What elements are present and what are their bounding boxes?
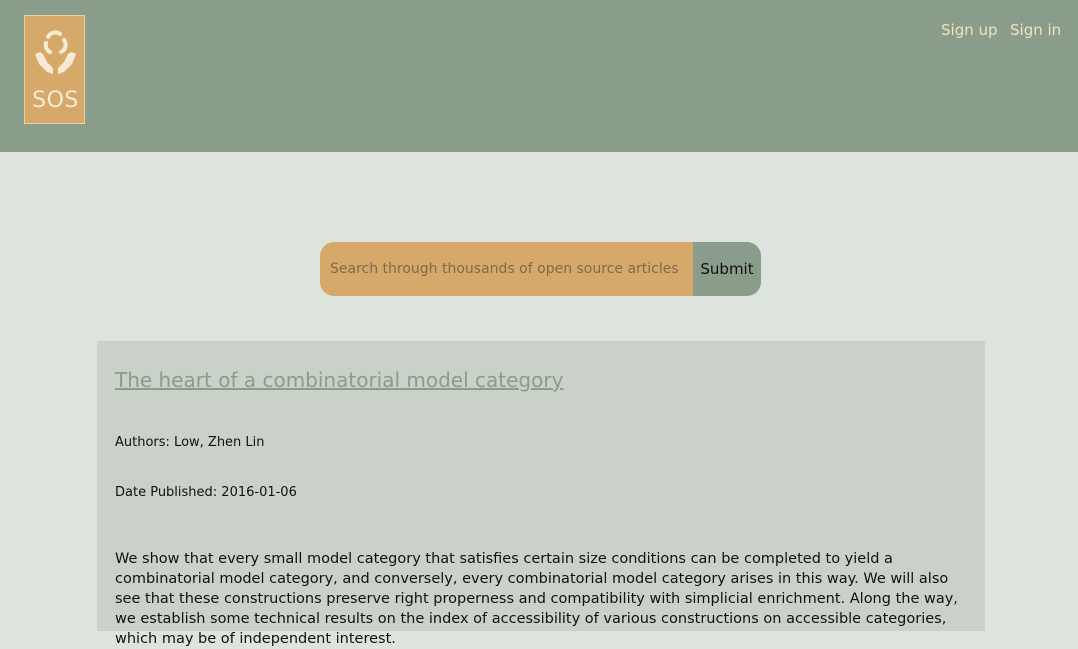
search-input[interactable] (320, 242, 693, 296)
submit-button[interactable]: Submit (693, 242, 761, 296)
result-title-link[interactable]: The heart of a combinatorial model categ… (115, 368, 563, 392)
site-header: SOS Sign up Sign in (0, 0, 1078, 152)
logo-text: SOS (32, 88, 79, 113)
result-date-published: Date Published: 2016-01-06 (115, 485, 297, 500)
sign-up-link[interactable]: Sign up (941, 21, 998, 39)
search-form: Submit (320, 242, 761, 296)
sign-in-link[interactable]: Sign in (1010, 21, 1061, 39)
sos-logo[interactable]: SOS (24, 15, 85, 124)
result-authors: Authors: Low, Zhen Lin (115, 435, 265, 450)
result-abstract: We show that every small model category … (115, 550, 958, 647)
result-card: The heart of a combinatorial model categ… (97, 341, 985, 647)
